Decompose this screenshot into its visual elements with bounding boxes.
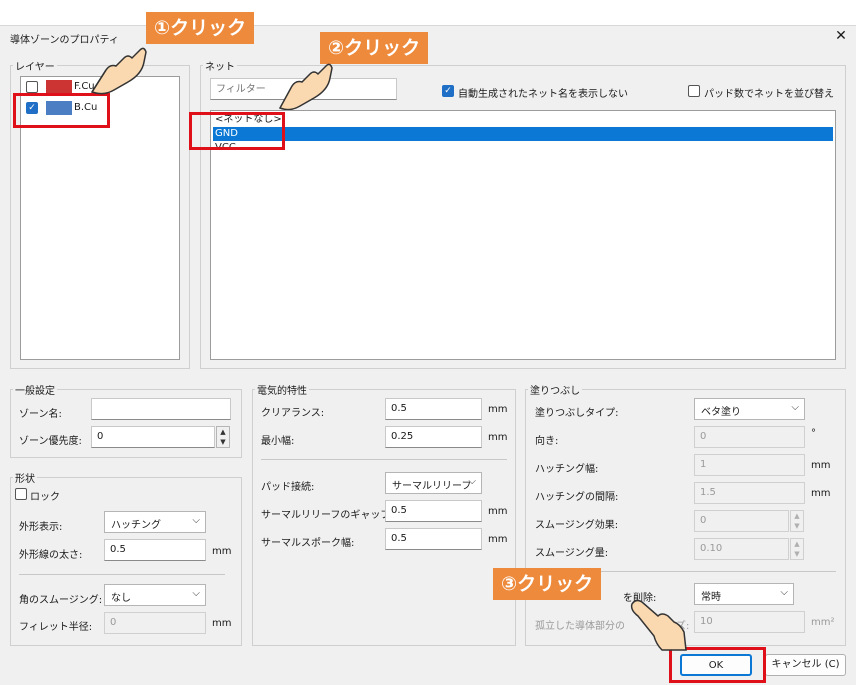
pointing-hand-icon xyxy=(630,599,687,651)
cancel-button[interactable]: キャンセル (C) xyxy=(765,654,846,676)
pointing-hand-icon xyxy=(90,47,147,95)
smoothing-effect-spinner[interactable]: ▲ ▼ xyxy=(790,510,804,532)
orientation-input[interactable]: 0 xyxy=(694,426,805,448)
spoke-width-unit: mm xyxy=(488,534,508,545)
fill-group-legend: 塗りつぶし xyxy=(530,386,581,397)
smoothing-effect-input[interactable]: 0 xyxy=(694,510,789,532)
clearance-unit: mm xyxy=(488,404,508,415)
hide-auto-nets-checkbox[interactable]: ✓ xyxy=(442,85,454,97)
spoke-width-input[interactable]: 0.5 xyxy=(385,528,482,550)
pad-connection-dropdown[interactable]: サーマルリリーフ ⌵ xyxy=(385,472,482,494)
thermal-gap-label: サーマルリリーフのギャップ: xyxy=(261,510,394,521)
shape-group-legend: 形状 xyxy=(15,474,35,485)
pad-connection-value: サーマルリリーフ xyxy=(392,481,472,492)
callout-step3: ③クリック xyxy=(493,568,602,600)
net-item-vcc[interactable]: VCC xyxy=(213,141,833,155)
net-item-gnd[interactable]: GND xyxy=(213,127,833,141)
min-width-unit: mm xyxy=(488,432,508,443)
chevron-down-icon: ⌵ xyxy=(192,515,200,526)
close-icon[interactable]: ✕ xyxy=(832,27,850,45)
zone-priority-input[interactable]: 0 xyxy=(91,426,215,448)
layer-group-legend: レイヤー xyxy=(15,62,55,73)
chevron-down-icon: ⌵ xyxy=(780,587,788,598)
fillet-radius-label: フィレット半径: xyxy=(19,622,93,633)
thermal-gap-input[interactable]: 0.5 xyxy=(385,500,482,522)
pointing-hand-icon xyxy=(278,63,333,110)
net-item-none[interactable]: <ネットなし> xyxy=(213,113,833,127)
island-size-input[interactable]: 10 xyxy=(694,611,805,633)
lock-checkbox[interactable] xyxy=(15,488,27,500)
orientation-unit: ° xyxy=(811,428,816,439)
hide-auto-nets-label: 自動生成されたネット名を表示しない xyxy=(458,89,628,100)
chevron-down-icon: ⌵ xyxy=(791,402,799,413)
outline-display-label: 外形表示: xyxy=(19,522,63,533)
corner-smoothing-value: なし xyxy=(111,593,131,604)
outline-width-input[interactable]: 0.5 xyxy=(104,539,206,561)
island-size-unit: mm² xyxy=(811,617,835,628)
hatch-width-input[interactable]: 1 xyxy=(694,454,805,476)
hatch-gap-label: ハッチングの間隔: xyxy=(535,492,619,503)
hatch-width-unit: mm xyxy=(811,460,831,471)
sort-by-pads-label: パッド数でネットを並び替え xyxy=(704,89,834,100)
clearance-input[interactable]: 0.5 xyxy=(385,398,482,420)
min-width-label: 最小幅: xyxy=(261,436,295,447)
pad-connection-label: パッド接続: xyxy=(261,482,315,493)
smoothing-effect-label: スムージング効果: xyxy=(535,520,619,531)
corner-smoothing-label: 角のスムージング: xyxy=(19,595,103,606)
corner-smoothing-dropdown[interactable]: なし ⌵ xyxy=(104,584,206,606)
thermal-gap-unit: mm xyxy=(488,506,508,517)
fill-type-dropdown[interactable]: ベタ塗り ⌵ xyxy=(694,398,805,420)
clearance-label: クリアランス: xyxy=(261,408,325,419)
smoothing-amount-label: スムージング量: xyxy=(535,548,609,559)
outline-width-unit: mm xyxy=(212,546,232,557)
outline-display-dropdown[interactable]: ハッチング ⌵ xyxy=(104,511,206,533)
layer-fcu-checkbox[interactable] xyxy=(26,81,38,93)
outline-width-label: 外形線の太さ: xyxy=(19,550,83,561)
chevron-down-icon: ⌵ xyxy=(192,588,200,599)
zone-priority-label: ゾーン優先度: xyxy=(19,436,82,447)
electrical-group-legend: 電気的特性 xyxy=(257,386,307,397)
outline-display-value: ハッチング xyxy=(111,520,161,531)
sort-by-pads-checkbox[interactable] xyxy=(688,85,700,97)
remove-islands-value: 常時 xyxy=(701,592,721,603)
fill-type-value: ベタ塗り xyxy=(701,407,741,418)
general-group-legend: 一般設定 xyxy=(15,386,55,397)
net-list[interactable]: <ネットなし> GND VCC xyxy=(210,110,836,360)
hatch-gap-input[interactable]: 1.5 xyxy=(694,482,805,504)
remove-islands-dropdown[interactable]: 常時 ⌵ xyxy=(694,583,794,605)
smoothing-amount-input[interactable]: 0.10 xyxy=(694,538,789,560)
callout-step1: ①クリック xyxy=(146,12,255,44)
layer-fcu-color-swatch xyxy=(46,80,72,94)
smoothing-amount-spinner[interactable]: ▲ ▼ xyxy=(790,538,804,560)
electrical-divider xyxy=(261,459,507,460)
hatch-gap-unit: mm xyxy=(811,488,831,499)
zone-name-input[interactable] xyxy=(91,398,231,420)
fill-type-label: 塗りつぶしタイプ: xyxy=(535,408,619,419)
min-width-input[interactable]: 0.25 xyxy=(385,426,482,448)
chevron-down-icon: ⌵ xyxy=(468,476,476,487)
island-size-label: 孤立した導体部分の xyxy=(535,621,625,632)
fillet-radius-input[interactable]: 0 xyxy=(104,612,206,634)
callout-step2: ②クリック xyxy=(320,32,429,64)
highlight-net-gnd xyxy=(189,112,285,150)
highlight-layer-bcu xyxy=(13,93,110,128)
spoke-width-label: サーマルスポーク幅: xyxy=(261,538,355,549)
lock-label: ロック xyxy=(30,492,60,503)
zone-name-label: ゾーン名: xyxy=(19,409,62,420)
zone-priority-spinner[interactable]: ▲ ▼ xyxy=(216,426,230,448)
fillet-radius-unit: mm xyxy=(212,618,232,629)
net-group-legend: ネット xyxy=(205,62,235,73)
shape-divider xyxy=(19,574,225,575)
orientation-label: 向き: xyxy=(535,436,559,447)
hatch-width-label: ハッチング幅: xyxy=(535,464,599,475)
